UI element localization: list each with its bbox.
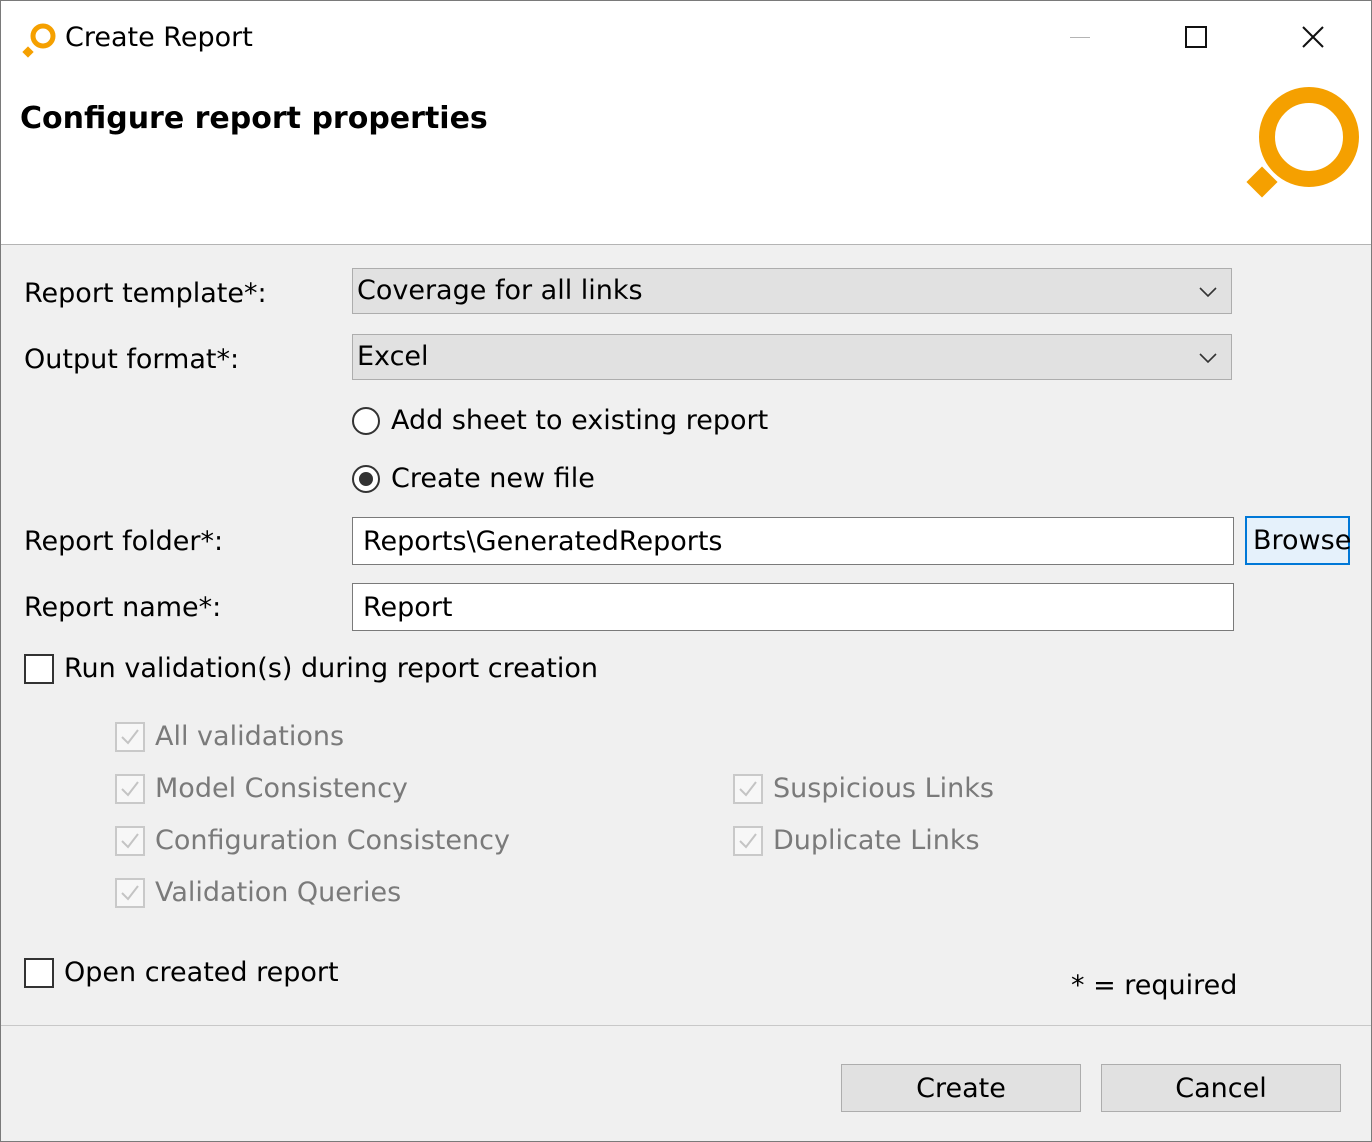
report-folder-field[interactable] bbox=[352, 517, 1234, 565]
validation-queries-row: Validation Queries bbox=[115, 873, 401, 913]
create-button[interactable]: Create bbox=[841, 1064, 1081, 1112]
checkmark-icon bbox=[121, 833, 139, 849]
radio-create-new-file-label: Create new file bbox=[391, 463, 595, 494]
title-bar[interactable]: Create Report bbox=[1, 1, 1371, 77]
checkmark-icon bbox=[739, 781, 757, 797]
radio-add-sheet-label: Add sheet to existing report bbox=[391, 405, 769, 436]
minimize-icon bbox=[1070, 36, 1090, 38]
run-validation-checkbox-row[interactable]: Run validation(s) during report creation bbox=[24, 649, 598, 689]
radio-add-sheet[interactable]: Add sheet to existing report bbox=[352, 401, 768, 441]
output-format-value: Excel bbox=[357, 341, 429, 372]
chevron-down-icon bbox=[1199, 287, 1217, 298]
report-template-label: Report template*: bbox=[24, 278, 267, 309]
checkmark-icon bbox=[121, 885, 139, 901]
run-validation-label: Run validation(s) during report creation bbox=[64, 653, 598, 684]
browse-button[interactable]: Browse bbox=[1245, 516, 1351, 565]
output-format-label: Output format*: bbox=[24, 344, 240, 375]
validation-duplicate-label: Duplicate Links bbox=[773, 825, 980, 856]
checkmark-icon bbox=[739, 833, 757, 849]
report-name-label: Report name*: bbox=[24, 592, 222, 623]
create-report-dialog: Create Report Configure report propertie… bbox=[0, 0, 1372, 1142]
checkmark-icon bbox=[121, 729, 139, 745]
validation-queries-label: Validation Queries bbox=[155, 877, 402, 908]
validation-model-label: Model Consistency bbox=[155, 773, 408, 804]
checkmark-icon bbox=[121, 781, 139, 797]
brand-logo-icon bbox=[1246, 87, 1359, 198]
validation-duplicate-checkbox bbox=[733, 826, 763, 856]
required-note: * = required bbox=[1071, 970, 1238, 1001]
radio-add-sheet-button[interactable] bbox=[352, 407, 380, 435]
validation-suspicious-label: Suspicious Links bbox=[773, 773, 994, 804]
validation-queries-checkbox bbox=[115, 878, 145, 908]
report-template-select[interactable]: Coverage for all links bbox=[352, 268, 1232, 314]
dialog-header: Configure report properties bbox=[1, 77, 1371, 245]
report-name-field[interactable] bbox=[352, 583, 1234, 631]
validation-all-row: All validations bbox=[115, 717, 344, 757]
validation-configuration-row: Configuration Consistency bbox=[115, 821, 510, 861]
app-logo-icon bbox=[22, 23, 56, 58]
maximize-icon bbox=[1185, 26, 1207, 48]
open-report-checkbox-row[interactable]: Open created report bbox=[24, 953, 339, 993]
window-title: Create Report bbox=[65, 22, 253, 53]
validation-configuration-label: Configuration Consistency bbox=[155, 825, 510, 856]
cancel-button[interactable]: Cancel bbox=[1101, 1064, 1341, 1112]
validation-model-checkbox bbox=[115, 774, 145, 804]
run-validation-checkbox[interactable] bbox=[24, 654, 54, 684]
close-icon bbox=[1302, 26, 1324, 48]
close-button[interactable] bbox=[1284, 11, 1342, 63]
validation-suspicious-checkbox bbox=[733, 774, 763, 804]
maximize-button[interactable] bbox=[1167, 11, 1225, 63]
validation-configuration-checkbox bbox=[115, 826, 145, 856]
radio-create-new-file[interactable]: Create new file bbox=[352, 459, 595, 499]
chevron-down-icon bbox=[1199, 353, 1217, 364]
report-template-value: Coverage for all links bbox=[357, 275, 643, 306]
footer-divider bbox=[1, 1025, 1371, 1026]
validation-suspicious-row: Suspicious Links bbox=[733, 769, 994, 809]
validation-all-label: All validations bbox=[155, 721, 345, 752]
radio-create-new-file-button[interactable] bbox=[352, 465, 380, 493]
validation-model-row: Model Consistency bbox=[115, 769, 408, 809]
report-folder-label: Report folder*: bbox=[24, 526, 224, 557]
open-report-label: Open created report bbox=[64, 957, 339, 988]
output-format-select[interactable]: Excel bbox=[352, 334, 1232, 380]
minimize-button[interactable] bbox=[1051, 11, 1109, 63]
page-title: Configure report properties bbox=[20, 101, 488, 136]
open-report-checkbox[interactable] bbox=[24, 958, 54, 988]
validation-duplicate-row: Duplicate Links bbox=[733, 821, 980, 861]
validation-all-checkbox bbox=[115, 722, 145, 752]
